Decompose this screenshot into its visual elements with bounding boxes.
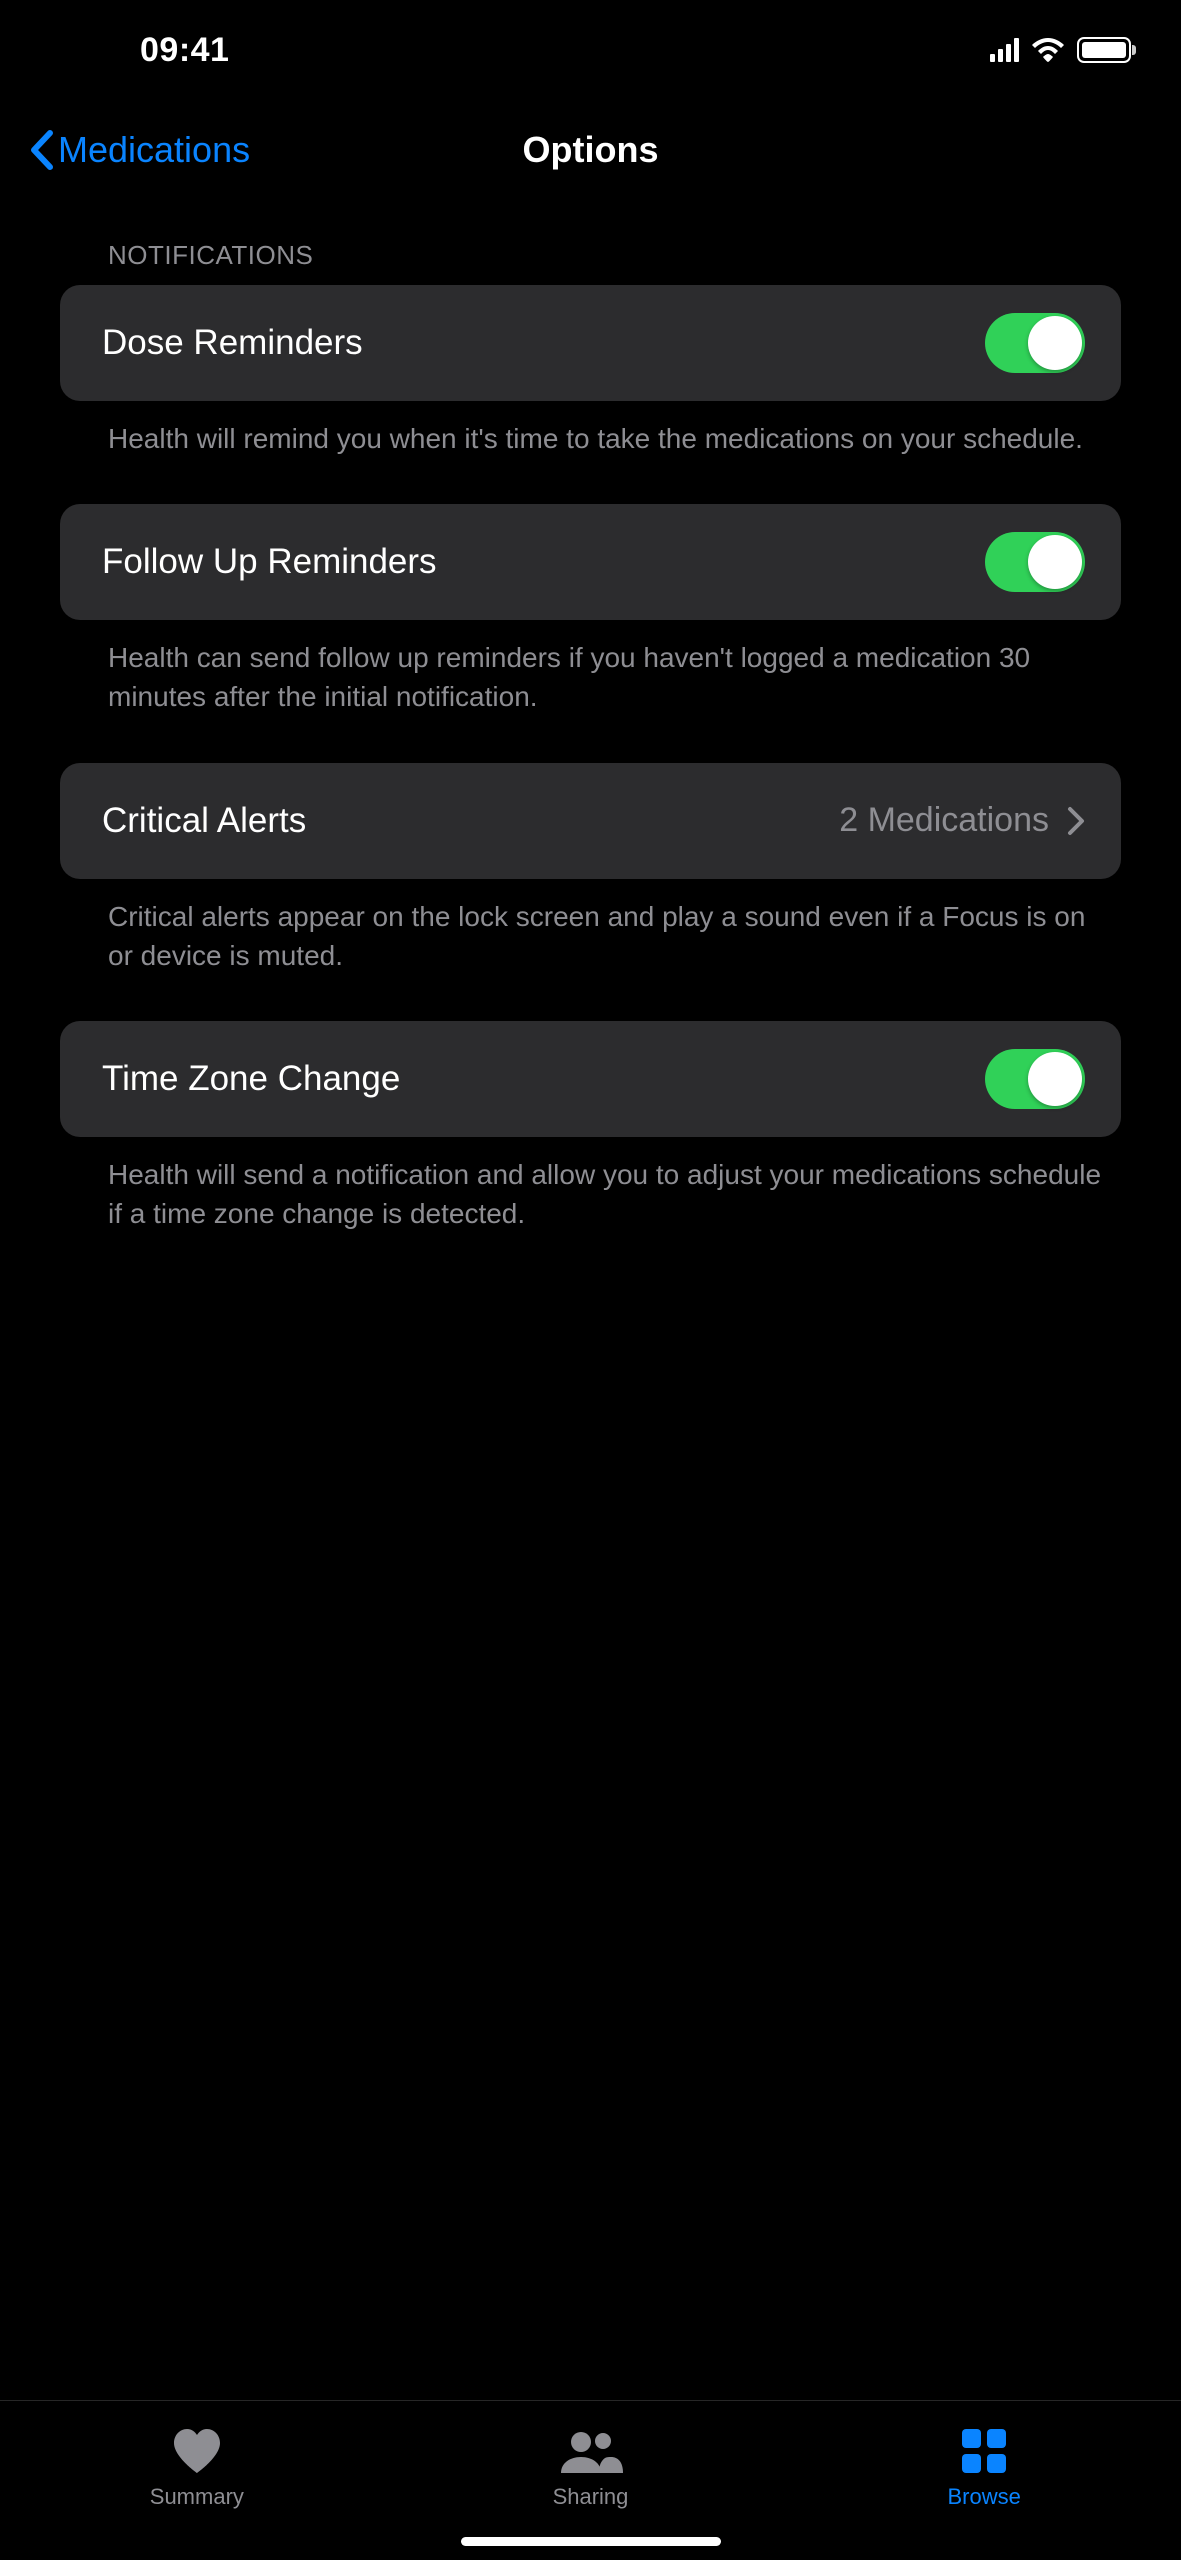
footer-dose-reminders: Health will remind you when it's time to… [60, 401, 1121, 504]
grid-icon [962, 2426, 1006, 2476]
row-time-zone-change[interactable]: Time Zone Change [60, 1021, 1121, 1137]
chevron-left-icon [28, 129, 54, 171]
toggle-followup-reminders[interactable] [985, 532, 1085, 592]
row-label: Follow Up Reminders [102, 542, 437, 582]
back-label: Medications [58, 129, 250, 171]
row-label: Critical Alerts [102, 801, 306, 841]
navigation-bar: Medications Options [0, 100, 1181, 200]
back-button[interactable]: Medications [28, 129, 250, 171]
status-time: 09:41 [140, 31, 229, 70]
section-header-notifications: NOTIFICATIONS [60, 240, 1121, 285]
tab-summary[interactable]: Summary [0, 2401, 394, 2534]
content-area: NOTIFICATIONS Dose Reminders Health will… [0, 200, 1181, 2560]
footer-followup-reminders: Health can send follow up reminders if y… [60, 620, 1121, 762]
tab-bar: Summary Sharing [0, 2400, 1181, 2560]
home-indicator[interactable] [461, 2537, 721, 2546]
footer-time-zone-change: Health will send a notification and allo… [60, 1137, 1121, 1279]
tab-label: Sharing [553, 2484, 629, 2510]
toggle-dose-reminders[interactable] [985, 313, 1085, 373]
row-followup-reminders[interactable]: Follow Up Reminders [60, 504, 1121, 620]
battery-icon [1077, 37, 1131, 63]
cellular-signal-icon [990, 38, 1019, 62]
tab-browse[interactable]: Browse [787, 2401, 1181, 2534]
row-detail-text: 2 Medications [839, 801, 1049, 840]
row-label: Time Zone Change [102, 1059, 400, 1099]
page-title: Options [523, 129, 659, 171]
heart-icon [172, 2426, 222, 2476]
tab-sharing[interactable]: Sharing [394, 2401, 788, 2534]
chevron-right-icon [1067, 806, 1085, 836]
row-critical-alerts[interactable]: Critical Alerts 2 Medications [60, 763, 1121, 879]
row-dose-reminders[interactable]: Dose Reminders [60, 285, 1121, 401]
status-indicators [990, 37, 1131, 63]
tab-label: Summary [150, 2484, 244, 2510]
status-bar: 09:41 [0, 0, 1181, 100]
row-label: Dose Reminders [102, 323, 363, 363]
tab-label: Browse [948, 2484, 1021, 2510]
wifi-icon [1031, 38, 1065, 62]
footer-critical-alerts: Critical alerts appear on the lock scree… [60, 879, 1121, 1021]
toggle-time-zone-change[interactable] [985, 1049, 1085, 1109]
people-icon [559, 2426, 623, 2476]
